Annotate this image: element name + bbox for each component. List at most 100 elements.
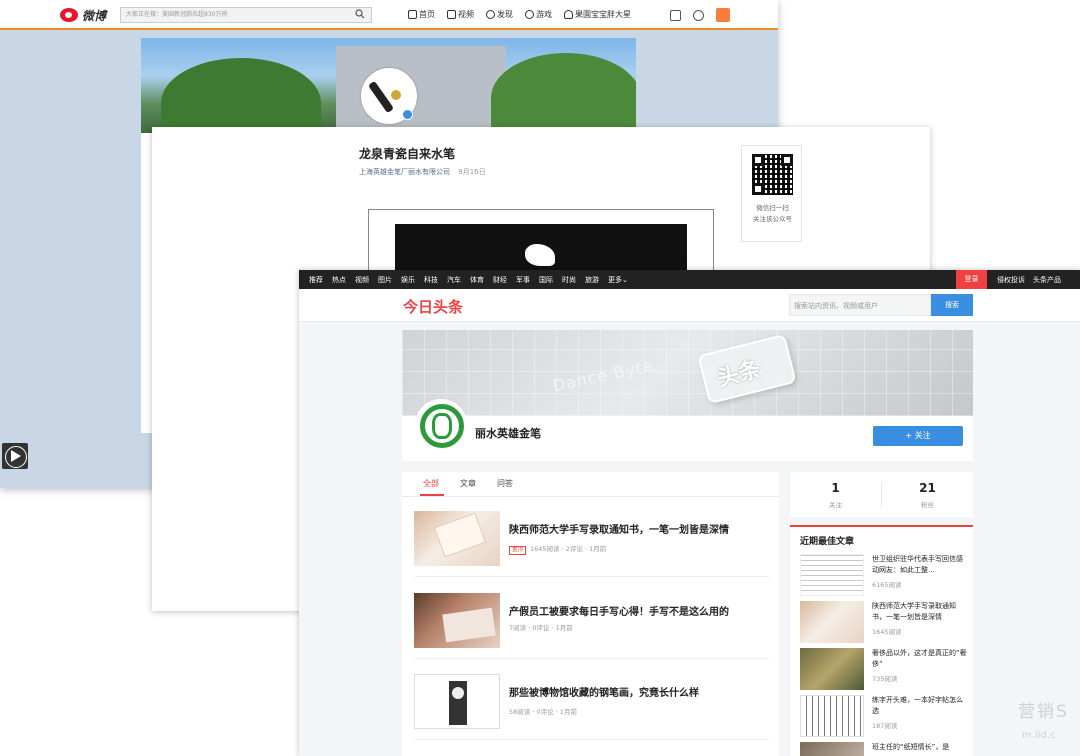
channel-finance[interactable]: 财经 [493, 275, 507, 285]
report-infringement-link[interactable]: 侵权投诉 [997, 275, 1025, 285]
weibo-logo[interactable]: 微博 [60, 6, 106, 24]
best-articles-panel: 近期最佳文章 世卫组织驻华代表手写回信感动网友：如此工整… 6165阅读 陕西师… [790, 525, 973, 756]
tab-all[interactable]: 全部 [423, 478, 439, 489]
article-card-title[interactable]: 陕西师范大学手写录取通知书，一笔一划皆是深情 [509, 521, 769, 536]
channel-world[interactable]: 国际 [539, 275, 553, 285]
qr-finder [781, 154, 793, 166]
pinned-badge: 置顶 [509, 546, 527, 555]
video-play-button[interactable] [2, 443, 28, 469]
best-article-item[interactable]: 奢侈品以外，这才是真正的“奢侈” 735阅读 [800, 648, 970, 694]
article-card[interactable]: 陕西师范大学手写录取通知书，一笔一划皆是深情 置顶 1645阅读 · 2评论 · … [414, 505, 769, 577]
channel-hot[interactable]: 热点 [332, 275, 346, 285]
best-article-reads: 6165阅读 [872, 581, 902, 589]
toutiao-logo[interactable]: 今日头条 [403, 296, 463, 317]
channel-video[interactable]: 视频 [355, 275, 369, 285]
top-links: 侵权投诉 头条产品 [997, 275, 1061, 285]
profile-name: 丽水英雄金笔 [475, 427, 541, 440]
article-card-stats: 1645阅读 · 2评论 · 1月前 [530, 545, 607, 553]
search-icon[interactable] [355, 9, 365, 19]
channel-more[interactable]: 更多⌄ [608, 275, 628, 285]
letter-paper-shape [433, 512, 487, 558]
weibo-nav-home[interactable]: 首页 [408, 9, 435, 20]
article-card-meta: 7阅读 · 0评论 · 1月前 [509, 622, 573, 632]
best-article-thumbnail[interactable] [800, 601, 864, 643]
banner-grid [402, 330, 973, 416]
article-card-meta: 58阅读 · 0评论 · 1月前 [509, 706, 577, 716]
tree-shape [161, 58, 321, 133]
best-article-reads: 1645阅读 [872, 628, 902, 636]
best-article-thumbnail[interactable] [800, 648, 864, 690]
watermark-subtext: m.lid.c [1022, 730, 1056, 741]
channel-recommend[interactable]: 推荐 [309, 275, 323, 285]
horse-icon [525, 244, 555, 266]
weibo-avatar[interactable] [361, 68, 417, 124]
best-article-item[interactable]: 班主任的“纸短情长”，是 [800, 742, 970, 756]
channel-list: 推荐 热点 视频 图片 娱乐 科技 汽车 体育 财经 军事 国际 时尚 旅游 更… [309, 275, 628, 285]
channel-fashion[interactable]: 时尚 [562, 275, 576, 285]
channel-entertainment[interactable]: 娱乐 [401, 275, 415, 285]
channel-tech[interactable]: 科技 [424, 275, 438, 285]
best-article-thumbnail[interactable] [800, 695, 864, 737]
weibo-nav-discover[interactable]: 发现 [486, 9, 513, 20]
tab-qa[interactable]: 问答 [497, 478, 513, 489]
toutiao-channel-bar: 推荐 热点 视频 图片 娱乐 科技 汽车 体育 财经 军事 国际 时尚 旅游 更… [299, 270, 1080, 289]
best-article-title[interactable]: 练字开头难，一本好字帖怎么选 [872, 695, 968, 717]
channel-sports[interactable]: 体育 [470, 275, 484, 285]
toutiao-search-input[interactable]: 搜索站内资讯、视频或用户 [789, 294, 931, 316]
weibo-nav-games[interactable]: 游戏 [525, 9, 552, 20]
weibo-nav-profile[interactable]: 果園宝宝胖大星 [564, 9, 631, 20]
channel-travel[interactable]: 旅游 [585, 275, 599, 285]
products-link[interactable]: 头条产品 [1033, 275, 1061, 285]
fans-count[interactable]: 21 [882, 481, 973, 495]
profile-avatar[interactable] [415, 399, 467, 451]
channel-images[interactable]: 图片 [378, 275, 392, 285]
best-article-title[interactable]: 班主任的“纸短情长”，是 [872, 742, 968, 753]
best-article-title[interactable]: 奢侈品以外，这才是真正的“奢侈” [872, 648, 968, 670]
search-button[interactable]: 搜索 [931, 294, 973, 316]
article-card-meta: 置顶 1645阅读 · 2评论 · 1月前 [509, 543, 606, 555]
edit-icon[interactable] [716, 8, 730, 22]
article-card[interactable]: 那些被博物馆收藏的钢笔画，究竟长什么样 58阅读 · 0评论 · 1月前 [414, 668, 769, 740]
article-title: 龙泉青瓷自来水笔 [359, 147, 456, 161]
compass-icon [486, 10, 495, 19]
video-icon [447, 10, 456, 19]
mail-icon[interactable] [670, 9, 681, 21]
article-image [368, 209, 714, 280]
weibo-topbar: 微博 大家正在搜：美国新冠肺炎超830万例 首页 视频 发现 游戏 果園宝宝胖大… [0, 0, 778, 30]
home-icon [408, 10, 417, 19]
article-thumbnail[interactable] [414, 593, 500, 648]
best-article-item[interactable]: 世卫组织驻华代表手写回信感动网友：如此工整… 6165阅读 [800, 554, 970, 600]
account-link[interactable]: 上海英雄金笔厂丽水有限公司 [359, 168, 450, 176]
article-thumbnail[interactable] [414, 511, 500, 566]
following-count[interactable]: 1 [790, 481, 881, 495]
gear-icon[interactable] [693, 9, 704, 21]
weibo-nav-label: 发现 [497, 10, 513, 19]
article-card-title[interactable]: 产假员工被要求每日手写心得！手写不是这么用的 [509, 603, 769, 618]
best-article-item[interactable]: 陕西师范大学手写录取通知书，一笔一划皆是深情 1645阅读 [800, 601, 970, 647]
fans-label: 粉丝 [921, 501, 934, 509]
gamepad-icon [525, 10, 534, 19]
weibo-logo-text: 微博 [82, 8, 107, 23]
article-card-title[interactable]: 那些被博物馆收藏的钢笔画，究竟长什么样 [509, 684, 769, 699]
tab-articles[interactable]: 文章 [460, 478, 476, 489]
best-article-title[interactable]: 陕西师范大学手写录取通知书，一笔一划皆是深情 [872, 601, 968, 623]
profile-banner: Dance Byte 头条 [402, 330, 973, 416]
login-button[interactable]: 登录 [956, 270, 987, 289]
follow-button[interactable]: + 关注 [873, 426, 963, 446]
weibo-tools [670, 8, 730, 22]
best-article-reads: 735阅读 [872, 675, 898, 683]
clock-icon [452, 687, 464, 699]
weibo-nav-label: 游戏 [536, 10, 552, 19]
best-article-item[interactable]: 练字开头难，一本好字帖怎么选 187阅读 [800, 695, 970, 741]
best-article-thumbnail[interactable] [800, 554, 864, 596]
channel-auto[interactable]: 汽车 [447, 275, 461, 285]
profile-header: 丽水英雄金笔 + 关注 [402, 399, 973, 461]
best-article-thumbnail[interactable] [800, 742, 864, 756]
weibo-search-input[interactable]: 大家正在搜：美国新冠肺炎超830万例 [120, 7, 372, 23]
weibo-nav-video[interactable]: 视频 [447, 9, 474, 20]
article-card[interactable]: 产假员工被要求每日手写心得！手写不是这么用的 7阅读 · 0评论 · 1月前 [414, 587, 769, 659]
article-thumbnail[interactable] [414, 674, 500, 729]
channel-military[interactable]: 军事 [516, 275, 530, 285]
best-article-title[interactable]: 世卫组织驻华代表手写回信感动网友：如此工整… [872, 554, 968, 576]
article-feed: 全部 文章 问答 陕西师范大学手写录取通知书，一笔一划皆是深情 置顶 1645阅读… [402, 472, 779, 756]
